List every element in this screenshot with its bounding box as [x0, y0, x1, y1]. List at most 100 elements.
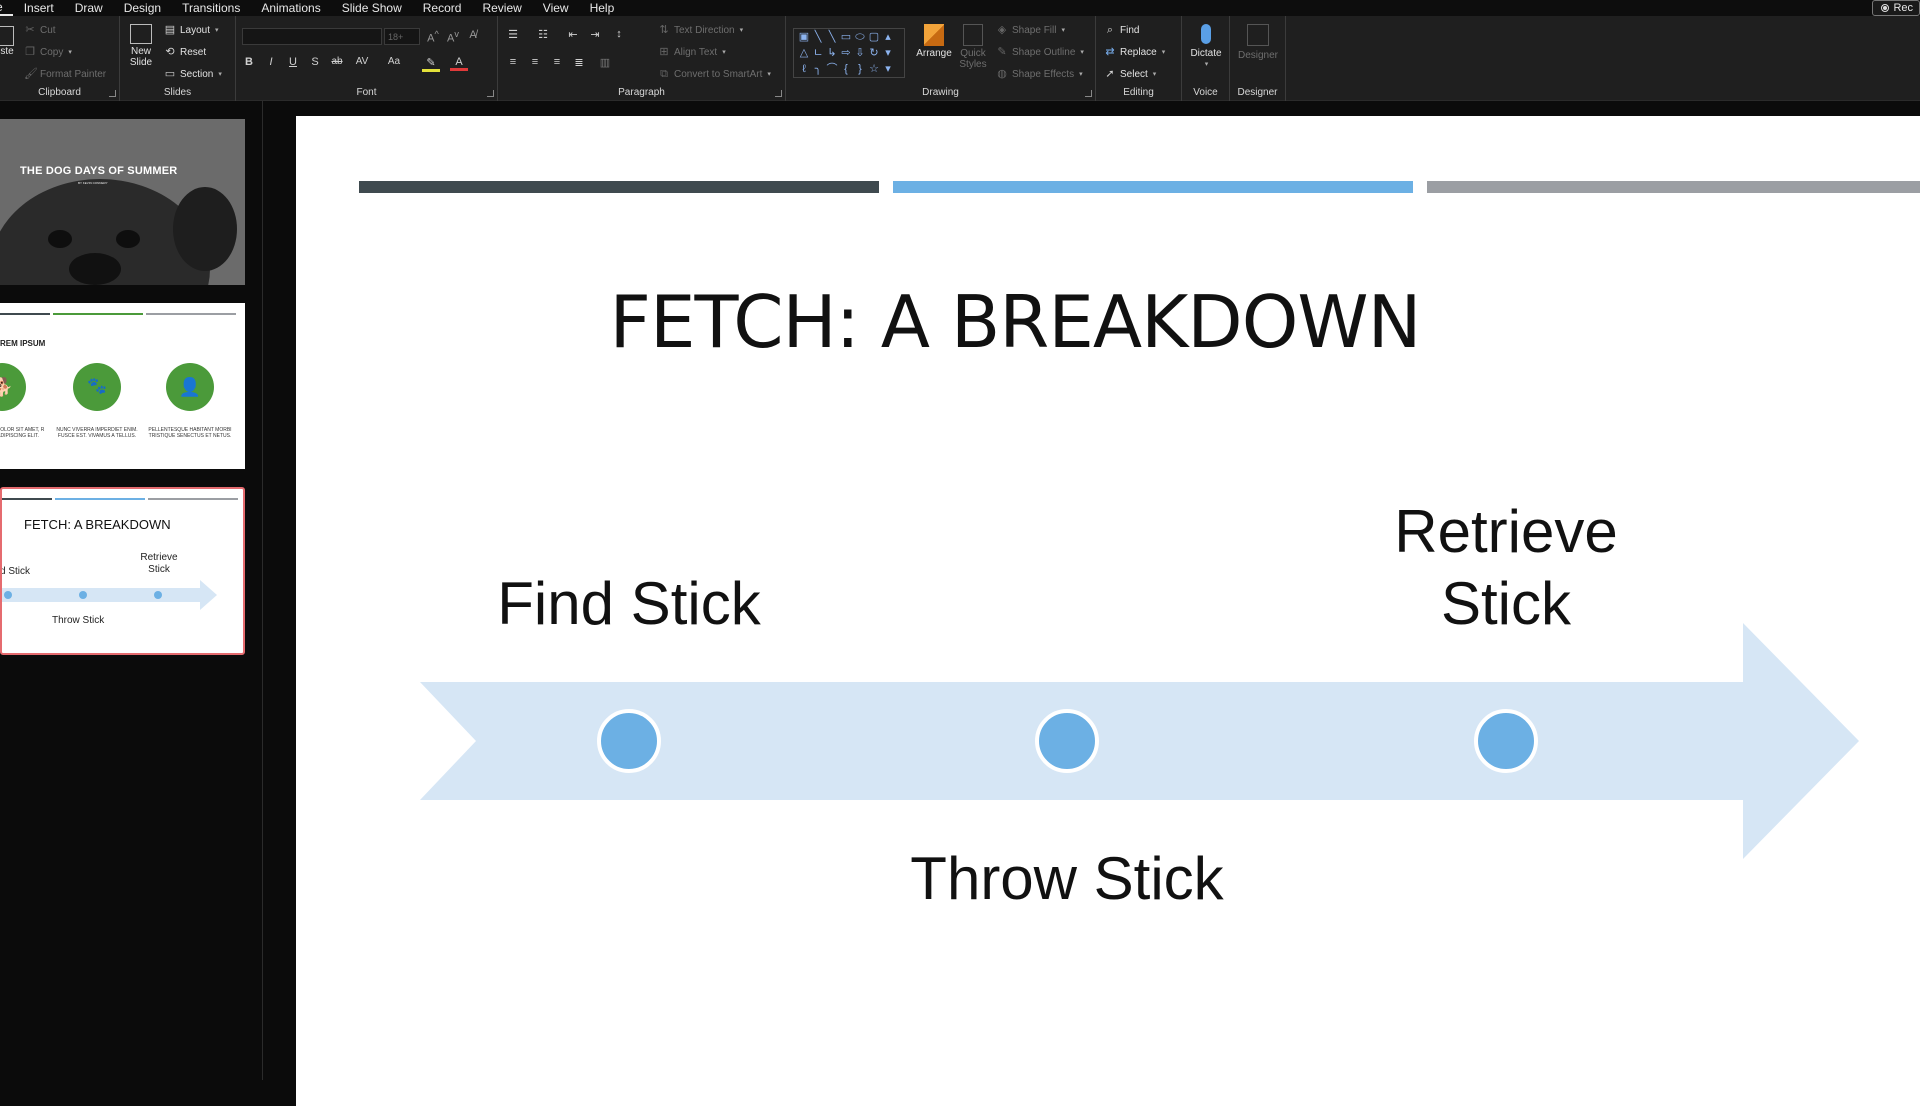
drawing-launcher-icon[interactable]: [1085, 90, 1092, 97]
grow-font-icon[interactable]: A^: [424, 29, 442, 45]
oval-shape-icon[interactable]: ⬭: [853, 29, 867, 45]
rounded-rect-shape-icon[interactable]: ▢: [867, 29, 881, 45]
step-label-throw[interactable]: Throw Stick: [867, 844, 1267, 913]
strikethrough-button[interactable]: ab: [328, 56, 346, 67]
menu-review[interactable]: Review: [471, 1, 531, 15]
menu-transitions[interactable]: Transitions: [171, 1, 250, 15]
record-button[interactable]: Rec: [1872, 0, 1920, 16]
format-painter-button[interactable]: 🖌 Format Painter: [24, 68, 106, 80]
highlight-icon[interactable]: ✎: [422, 56, 440, 72]
line-spacing-icon[interactable]: ↕: [610, 28, 628, 40]
down-caret-icon[interactable]: ▾: [881, 45, 895, 61]
step-label-retrieve[interactable]: Retrieve Stick: [1356, 496, 1656, 640]
textbox-shape-icon[interactable]: ▣: [797, 29, 811, 45]
copy-icon: ❐: [25, 46, 35, 58]
shape-outline-button[interactable]: ✎ Shape Outline ▾: [996, 46, 1084, 58]
reset-button[interactable]: ⟲ Reset: [164, 46, 206, 58]
underline-button[interactable]: U: [284, 56, 302, 68]
curve-shape-icon[interactable]: ╮: [811, 61, 825, 77]
elbow-shape-icon[interactable]: ㄴ: [811, 45, 825, 61]
menu-animations[interactable]: Animations: [250, 1, 330, 15]
bullets-icon[interactable]: ☰: [504, 28, 522, 41]
layout-button[interactable]: ▤ Layout ▾: [164, 24, 219, 36]
replace-button[interactable]: ⇄ Replace ▾: [1104, 46, 1165, 58]
new-slide-button[interactable]: New Slide: [124, 24, 158, 68]
record-icon: [1881, 4, 1890, 12]
line2-shape-icon[interactable]: ╲: [825, 29, 839, 45]
clear-format-icon[interactable]: A̸: [464, 29, 482, 41]
shadow-button[interactable]: S: [306, 56, 324, 68]
copy-button[interactable]: ❐ Copy ▾: [24, 46, 72, 58]
italic-button[interactable]: I: [262, 56, 280, 68]
find-button[interactable]: ⌕ Find: [1104, 24, 1140, 36]
dictate-button[interactable]: Dictate ▾: [1190, 24, 1222, 70]
font-color-icon[interactable]: A: [450, 56, 468, 71]
paste-button[interactable]: ste: [0, 26, 14, 57]
designer-button[interactable]: Designer: [1238, 24, 1278, 61]
slide-thumbnail-3[interactable]: FETCH: A BREAKDOWN d Stick Retrieve Stic…: [0, 487, 245, 655]
align-center-icon[interactable]: ≡: [526, 56, 544, 68]
justify-icon[interactable]: ≣: [570, 56, 588, 69]
slide-thumbnail-2[interactable]: REM IPSUM 🐕 🐾 👤 R COLOR SIT AMET, R ADIP…: [0, 303, 245, 469]
change-case-button[interactable]: Aa: [382, 56, 406, 67]
slides-group: New Slide ▤ Layout ▾ ⟲ Reset ▭ Section ▾ Slid…: [120, 16, 236, 101]
menu-slide-show[interactable]: Slide Show: [331, 1, 412, 15]
char-spacing-button[interactable]: AV: [350, 56, 374, 67]
clipboard-launcher-icon[interactable]: [109, 90, 116, 97]
cut-button[interactable]: ✂ Cut: [24, 24, 55, 36]
step-label-find[interactable]: Find Stick: [429, 569, 829, 638]
font-family-dropdown[interactable]: [242, 28, 382, 45]
menu-design[interactable]: Design: [113, 1, 171, 15]
quick-styles-button[interactable]: Quick Styles: [956, 24, 990, 70]
shapes-gallery[interactable]: ▣ ╲ ╲ ▭ ⬭ ▢ ▴ △ ㄴ ↳ ⇨ ⇩ ↻ ▾ ℓ ╮ ⌒{} ☆ ▾: [793, 28, 905, 78]
numbering-icon[interactable]: ☷: [534, 28, 552, 41]
arrow-shape-icon[interactable]: ⇨: [839, 45, 853, 61]
increase-indent-icon[interactable]: ⇥: [586, 28, 604, 41]
bold-button[interactable]: B: [240, 56, 258, 68]
arrange-button[interactable]: Arrange: [914, 24, 954, 59]
align-right-icon[interactable]: ≡: [548, 56, 566, 68]
select-button[interactable]: ➚ Select ▾: [1104, 68, 1156, 80]
menu-draw[interactable]: Draw: [64, 1, 113, 15]
decrease-indent-icon[interactable]: ⇤: [564, 28, 582, 41]
align-left-icon[interactable]: ≡: [504, 56, 522, 68]
line-shape-icon[interactable]: ╲: [811, 29, 825, 45]
menu-home[interactable]: e: [0, 0, 13, 16]
shrink-font-icon[interactable]: Av: [444, 29, 462, 45]
font-launcher-icon[interactable]: [487, 90, 494, 97]
slide-thumbnail-1[interactable]: THE DOG DAYS OF SUMMER BY KEVIN CONNERY: [0, 119, 245, 285]
slide-canvas[interactable]: FETCH: A BREAKDOWN Find Stick Retrieve S…: [296, 116, 1920, 1106]
arc-shape-icon[interactable]: ⌒: [825, 61, 839, 77]
convert-smartart-button[interactable]: ⧉ Convert to SmartArt ▾: [658, 68, 771, 80]
triangle-shape-icon[interactable]: △: [797, 45, 811, 61]
expand-gallery-icon[interactable]: ▾: [881, 61, 895, 77]
rect-shape-icon[interactable]: ▭: [839, 29, 853, 45]
thumb2-bar-1: [0, 313, 50, 315]
brace-right-shape-icon[interactable]: }: [853, 61, 867, 77]
font-label: Font: [356, 87, 377, 98]
shape-fill-button[interactable]: ◈ Shape Fill ▾: [996, 24, 1065, 36]
menu-record[interactable]: Record: [412, 1, 472, 15]
star-shape-icon[interactable]: ☆: [867, 61, 881, 77]
align-text-button[interactable]: ⊞ Align Text ▾: [658, 46, 725, 58]
text-direction-label: Text Direction: [674, 24, 735, 36]
thumb3-retrieve-label: Retrieve Stick: [140, 552, 178, 575]
thumb3-title: FETCH: A BREAKDOWN: [24, 517, 171, 532]
connector-shape-icon[interactable]: ↳: [825, 45, 839, 61]
menu-insert[interactable]: Insert: [13, 1, 64, 15]
columns-icon[interactable]: ▥: [596, 56, 614, 69]
menu-help[interactable]: Help: [579, 1, 625, 15]
paragraph-launcher-icon[interactable]: [775, 90, 782, 97]
freeform-shape-icon[interactable]: ℓ: [797, 61, 811, 77]
menu-view[interactable]: View: [532, 1, 579, 15]
brace-left-shape-icon[interactable]: {: [839, 61, 853, 77]
down-arrow-shape-icon[interactable]: ⇩: [853, 45, 867, 61]
format-painter-label: Format Painter: [40, 68, 107, 80]
shape-effects-button[interactable]: ◍ Shape Effects ▾: [996, 68, 1082, 80]
dog-icon: 🐕: [0, 377, 14, 397]
section-button[interactable]: ▭ Section ▾: [164, 68, 222, 80]
text-direction-button[interactable]: ⇅ Text Direction ▾: [658, 24, 743, 36]
curve-arrow-shape-icon[interactable]: ↻: [867, 45, 881, 61]
font-size-dropdown[interactable]: 18+: [384, 28, 420, 45]
more-shapes-icon[interactable]: ▴: [881, 29, 895, 45]
